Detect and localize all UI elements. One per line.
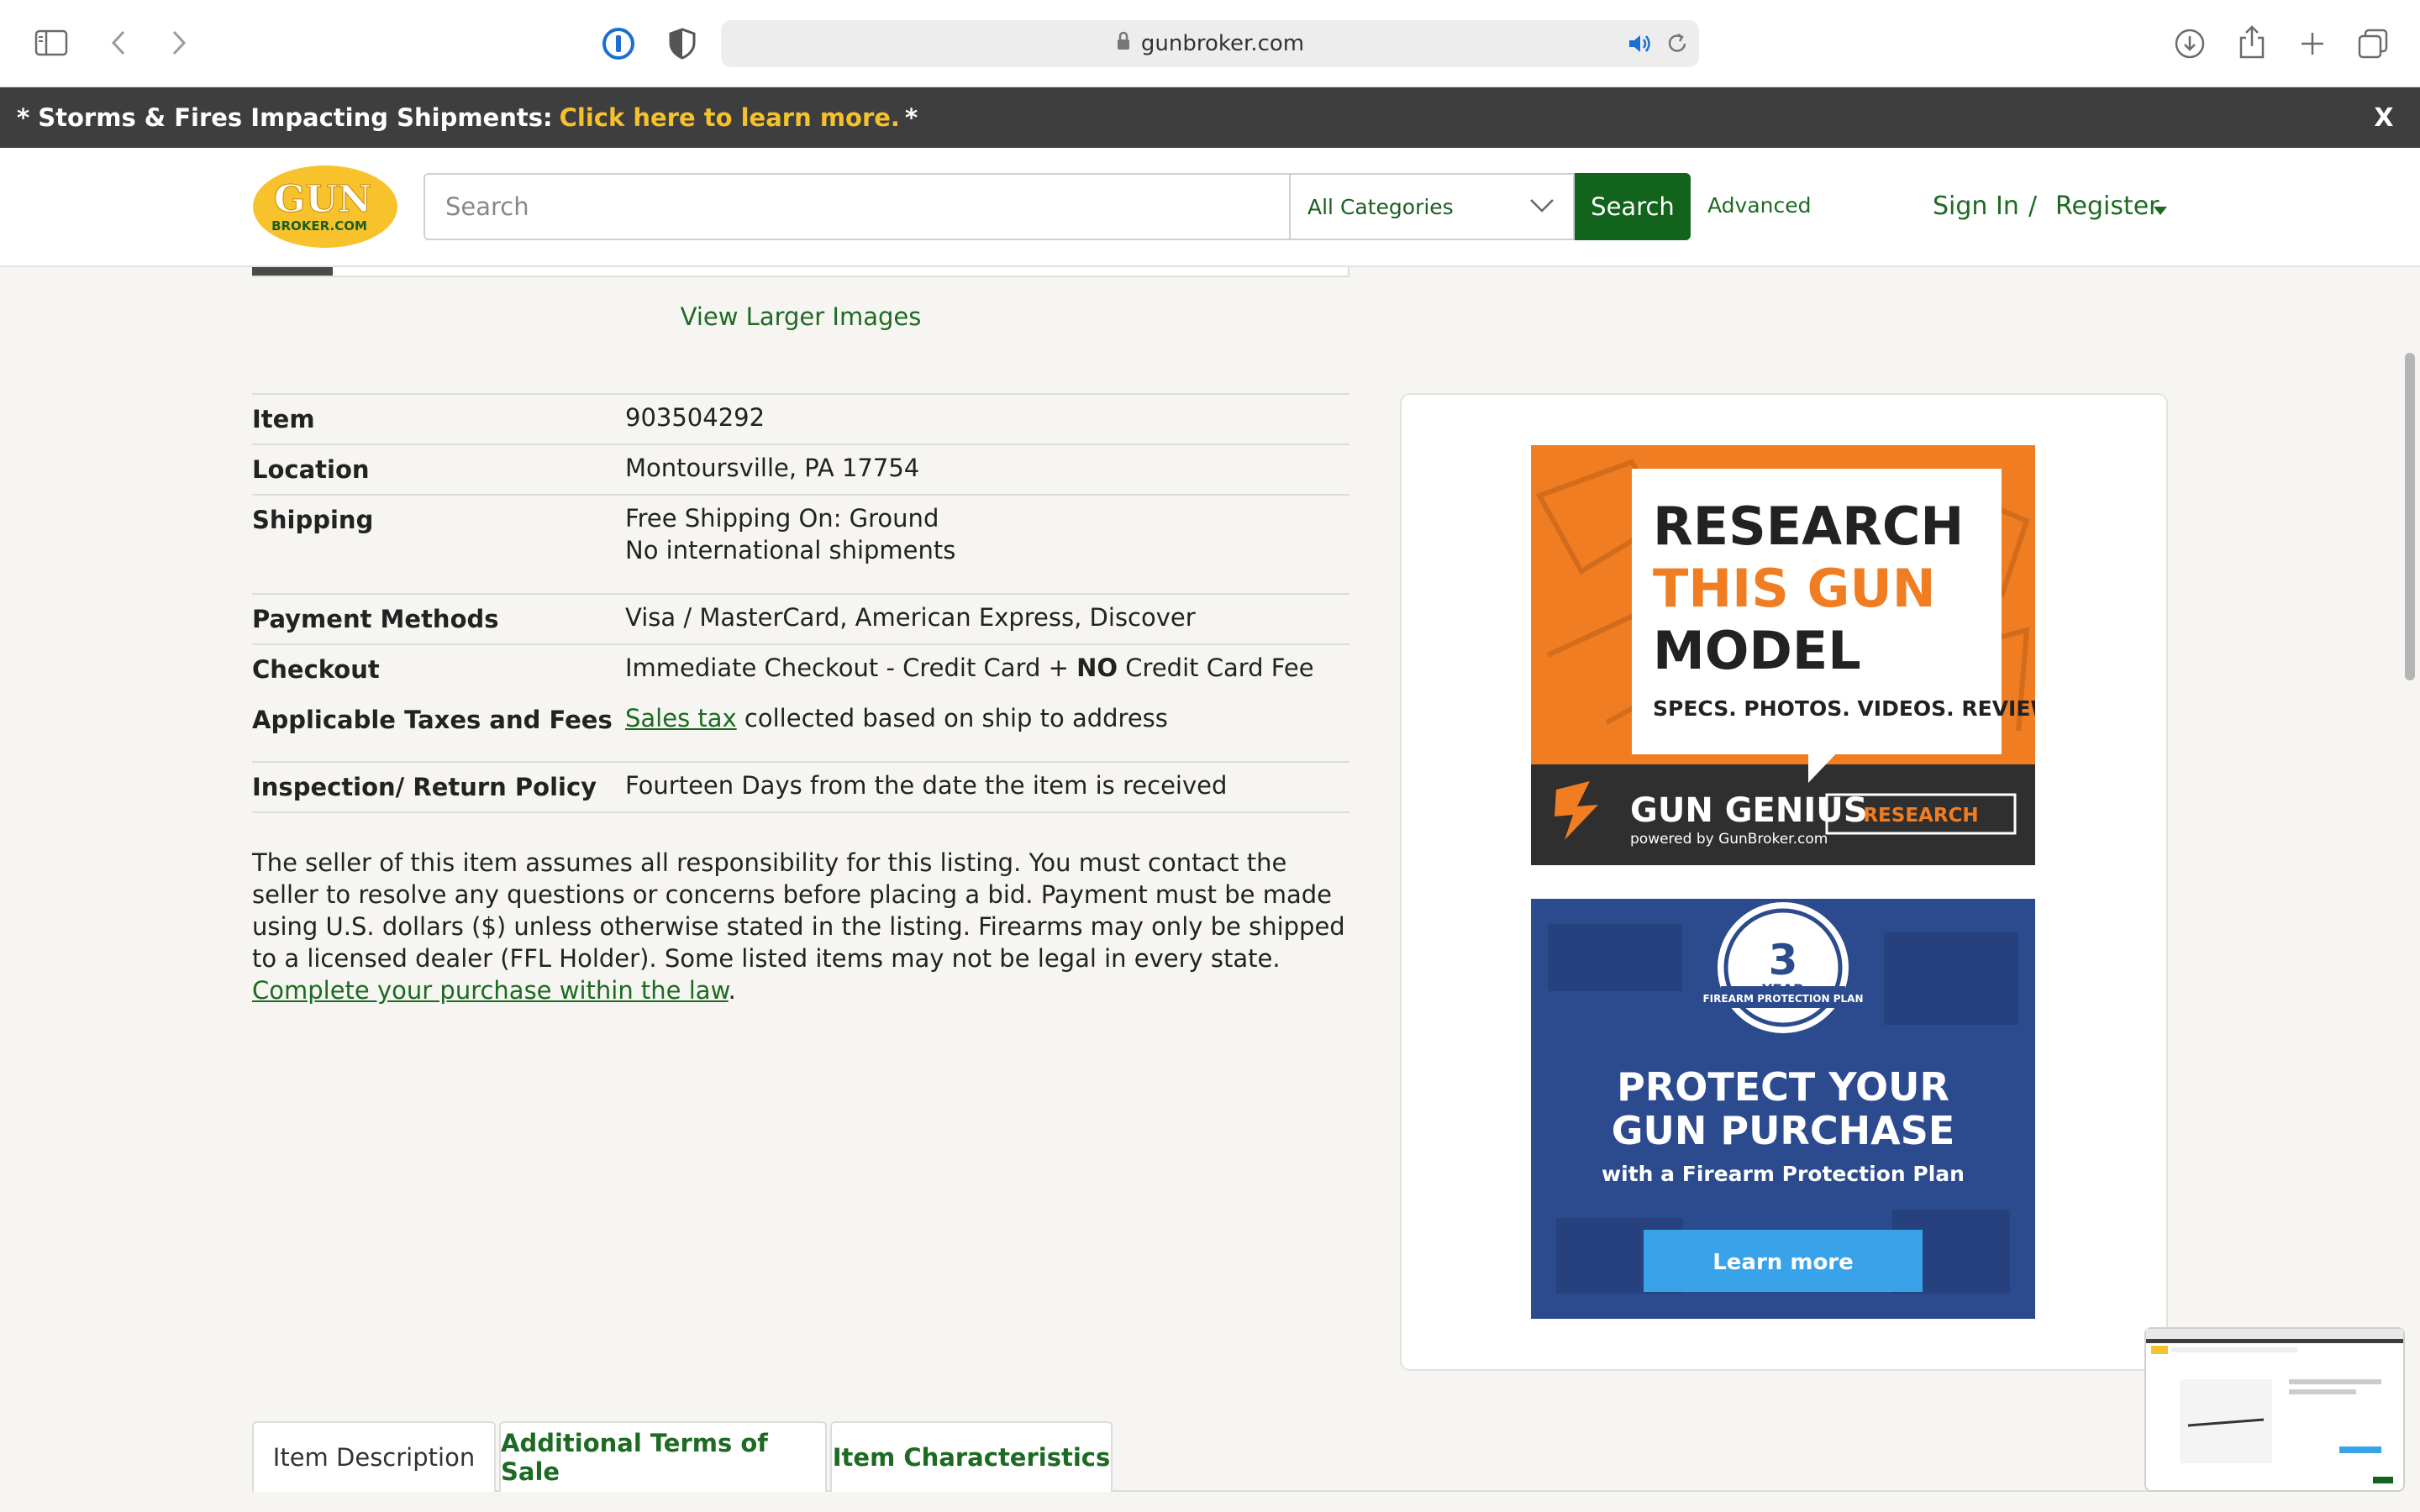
return-policy-value: Fourteen Days from the date the item is … bbox=[625, 771, 1228, 800]
new-tab-icon[interactable] bbox=[2294, 25, 2331, 62]
gallery-active-indicator bbox=[252, 267, 333, 276]
ad2-badge-plan: FIREARM PROTECTION PLAN bbox=[1702, 993, 1863, 1005]
advanced-search-link[interactable]: Advanced bbox=[1707, 193, 1812, 218]
row-divider bbox=[252, 593, 1349, 595]
payment-methods-value: Visa / MasterCard, American Express, Dis… bbox=[625, 603, 1196, 632]
shipping-label: Shipping bbox=[252, 506, 374, 534]
row-divider bbox=[252, 393, 1349, 395]
ad2-badge-number: 3 bbox=[1769, 936, 1798, 984]
auth-separator: / bbox=[2028, 192, 2038, 221]
search-button[interactable]: Search bbox=[1575, 173, 1691, 240]
view-larger-images-link[interactable]: View Larger Images bbox=[0, 302, 1602, 331]
shipping-value: Free Shipping On: Ground No internationa… bbox=[625, 502, 955, 566]
search-input[interactable]: Search bbox=[424, 173, 1289, 240]
sign-in-link[interactable]: Sign In bbox=[1933, 192, 2019, 221]
chevron-down-icon bbox=[1528, 193, 1556, 218]
sales-tax-link[interactable]: Sales tax bbox=[625, 704, 737, 732]
disclaimer-text: The seller of this item assumes all resp… bbox=[252, 848, 1345, 973]
item-value: 903504292 bbox=[625, 403, 765, 432]
row-divider bbox=[252, 494, 1349, 496]
ad2-learn-more-button[interactable]: Learn more bbox=[1712, 1250, 1854, 1275]
disclaimer-end: . bbox=[728, 976, 736, 1005]
purchase-law-link[interactable]: Complete your purchase within the law bbox=[252, 976, 729, 1005]
ad1-powered: powered by GunBroker.com bbox=[1630, 831, 1828, 848]
payment-methods-label: Payment Methods bbox=[252, 605, 499, 633]
category-selected: All Categories bbox=[1307, 194, 1454, 219]
taxes-value: Sales tax collected based on ship to add… bbox=[625, 702, 1168, 734]
shipping-method: Free Shipping On: Ground bbox=[625, 504, 939, 533]
tab-item-description[interactable]: Item Description bbox=[252, 1421, 496, 1492]
gun-genius-ad[interactable]: RESEARCH THIS GUN MODEL SPECS. PHOTOS. V… bbox=[1531, 445, 2077, 865]
lock-icon bbox=[1116, 31, 1131, 57]
reload-icon[interactable] bbox=[1664, 30, 1691, 57]
password-manager-icon[interactable] bbox=[600, 25, 637, 62]
logo-gun-text: GUN bbox=[274, 178, 371, 221]
banner-suffix: * bbox=[904, 103, 918, 132]
image-gallery-bottom bbox=[252, 267, 1349, 277]
row-divider bbox=[252, 761, 1349, 763]
page-preview-thumbnail[interactable] bbox=[2144, 1327, 2405, 1492]
downloads-icon[interactable] bbox=[2171, 25, 2208, 62]
ad1-research-button[interactable]: RESEARCH bbox=[1863, 805, 1978, 827]
ad2-line2: GUN PURCHASE bbox=[1612, 1108, 1955, 1153]
seller-disclaimer: The seller of this item assumes all resp… bbox=[252, 847, 1349, 1006]
checkout-fee: Credit Card Fee bbox=[1118, 654, 1314, 682]
logo-broker-text: BROKER.COM bbox=[271, 218, 367, 234]
banner-prefix: * Storms & Fires Impacting Shipments: bbox=[17, 103, 553, 132]
ad2-subtitle: with a Firearm Protection Plan bbox=[1602, 1162, 1965, 1186]
tab-item-characteristics[interactable]: Item Characteristics bbox=[830, 1421, 1113, 1492]
protection-plan-ad[interactable]: 3 YEAR FIREARM PROTECTION PLAN PROTECT Y… bbox=[1531, 899, 2035, 1319]
register-link[interactable]: Register bbox=[2055, 192, 2160, 221]
checkout-no: NO bbox=[1076, 654, 1118, 682]
return-policy-label: Inspection/ Return Policy bbox=[252, 773, 597, 801]
forward-icon[interactable] bbox=[161, 25, 197, 60]
sidebar-toggle-icon[interactable] bbox=[34, 25, 69, 60]
page-scrollbar[interactable] bbox=[2405, 353, 2415, 680]
url-text: gunbroker.com bbox=[1140, 31, 1305, 56]
ad1-brand: GUN GENIUS bbox=[1630, 791, 1868, 830]
checkout-text: Immediate Checkout - Credit Card + bbox=[625, 654, 1077, 682]
row-divider bbox=[252, 811, 1349, 813]
tab-overview-icon[interactable] bbox=[2354, 25, 2391, 62]
banner-learn-more-link[interactable]: Click here to learn more. bbox=[560, 103, 900, 132]
row-divider bbox=[252, 444, 1349, 445]
ad1-tagline: SPECS. PHOTOS. VIDEOS. REVIEWS. bbox=[1653, 696, 2035, 721]
gunbroker-logo[interactable]: GUN BROKER.COM bbox=[252, 165, 398, 249]
banner-close-button[interactable]: X bbox=[2363, 87, 2405, 148]
location-label: Location bbox=[252, 455, 370, 484]
ad1-line3: MODEL bbox=[1653, 620, 1861, 681]
back-icon[interactable] bbox=[101, 25, 136, 60]
shipping-international: No international shipments bbox=[625, 536, 956, 564]
address-bar[interactable]: gunbroker.com bbox=[721, 20, 1699, 67]
taxes-label: Applicable Taxes and Fees bbox=[252, 706, 613, 734]
url-display[interactable]: gunbroker.com bbox=[721, 20, 1699, 67]
privacy-shield-icon[interactable] bbox=[664, 25, 701, 62]
tab-additional-terms[interactable]: Additional Terms of Sale bbox=[499, 1421, 827, 1492]
speaker-icon[interactable] bbox=[1625, 30, 1654, 57]
search-placeholder: Search bbox=[445, 192, 529, 221]
browser-toolbar: gunbroker.com bbox=[0, 0, 2420, 87]
share-icon[interactable] bbox=[2233, 22, 2270, 62]
taxes-text: collected based on ship to address bbox=[736, 704, 1168, 732]
location-value: Montoursville, PA 17754 bbox=[625, 454, 920, 482]
caret-down-icon[interactable] bbox=[2153, 203, 2168, 215]
row-divider bbox=[252, 643, 1349, 645]
ad1-line2: THIS GUN bbox=[1653, 558, 1936, 619]
ad1-line1: RESEARCH bbox=[1653, 496, 1964, 557]
checkout-value: Immediate Checkout - Credit Card + NO Cr… bbox=[625, 652, 1314, 684]
shipping-alert-banner: * Storms & Fires Impacting Shipments: Cl… bbox=[0, 87, 2420, 148]
ad2-line1: PROTECT YOUR bbox=[1617, 1064, 1949, 1110]
item-label: Item bbox=[252, 405, 315, 433]
checkout-label: Checkout bbox=[252, 655, 380, 684]
